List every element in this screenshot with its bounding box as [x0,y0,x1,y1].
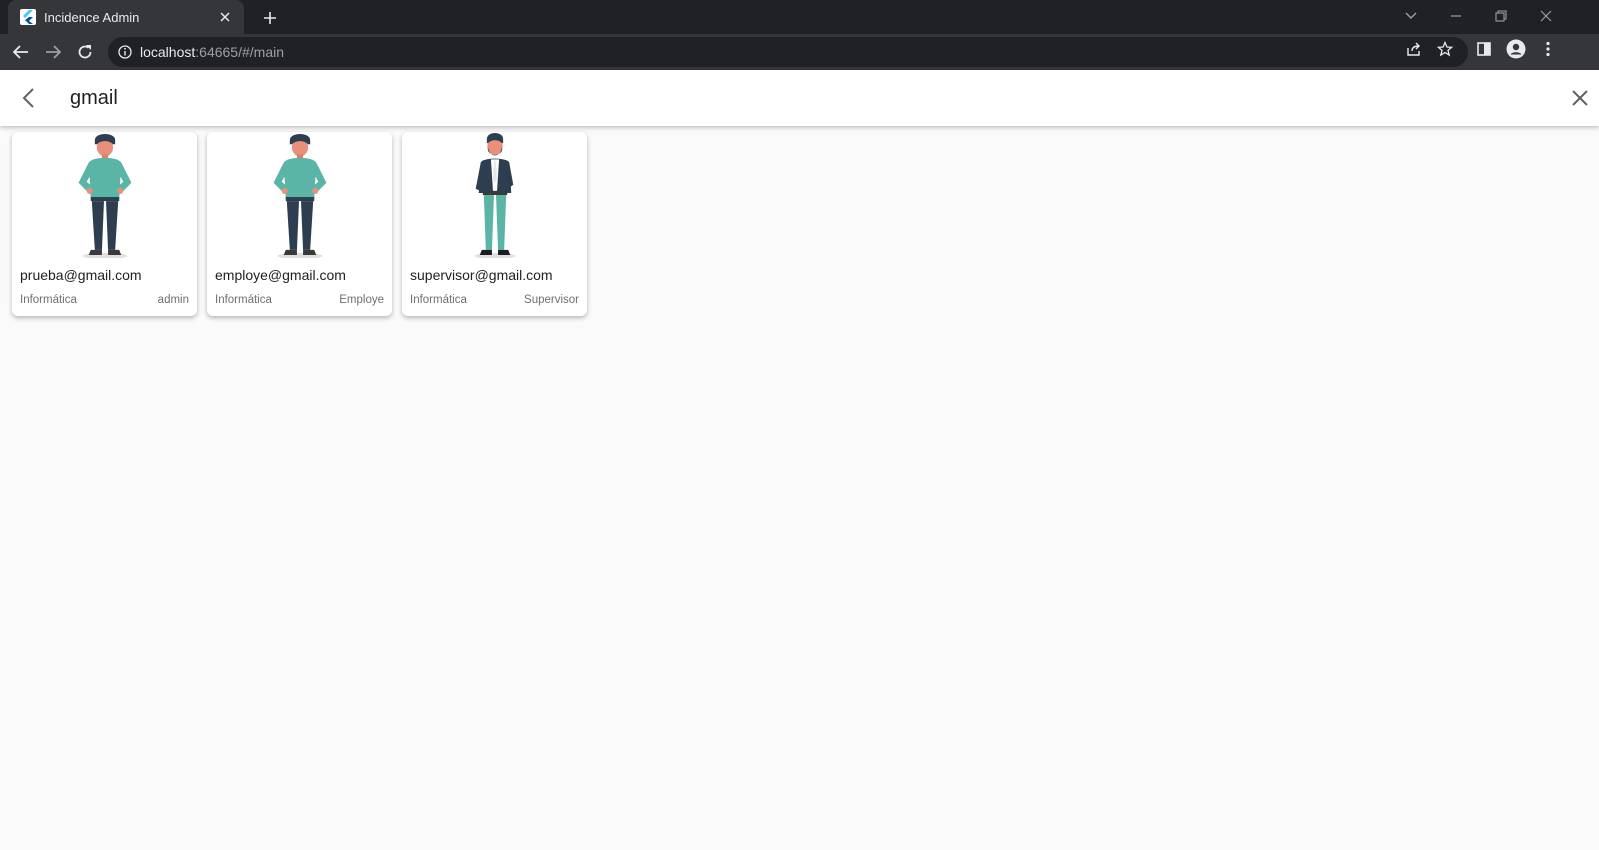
minimize-icon[interactable] [1444,4,1468,28]
tab-search-icon[interactable] [1399,4,1423,28]
browser-back-icon[interactable] [8,39,34,65]
user-department: Informática [215,294,272,306]
tab-title: Incidence Admin [44,9,140,25]
browser-forward-icon[interactable] [40,39,66,65]
user-email: employe@gmail.com [215,267,346,283]
user-role: Supervisor [524,294,579,306]
user-card[interactable]: prueba@gmail.com Informática admin [12,132,197,316]
close-icon[interactable] [1566,84,1594,112]
user-cards-grid: prueba@gmail.com Informática admin emplo… [12,132,587,316]
window-close-icon[interactable] [1534,4,1558,28]
user-avatar-illustration [402,132,587,260]
side-panel-icon[interactable] [1472,37,1496,61]
user-card[interactable]: supervisor@gmail.com Informática Supervi… [402,132,587,316]
browser-menu-icon[interactable] [1536,37,1560,61]
tab-close-icon[interactable] [216,8,234,26]
search-input[interactable] [70,80,1470,116]
user-avatar-illustration [207,132,392,260]
restore-icon[interactable] [1489,4,1513,28]
share-icon[interactable] [1402,37,1426,61]
user-role: Employe [339,294,384,306]
site-info-icon[interactable] [118,45,132,59]
flutter-favicon-icon [20,9,36,25]
bookmark-star-icon[interactable] [1433,37,1457,61]
search-app-bar [0,70,1599,126]
user-card[interactable]: employe@gmail.com Informática Employe [207,132,392,316]
user-department: Informática [410,294,467,306]
browser-tab[interactable]: Incidence Admin [8,0,244,34]
user-role: admin [157,294,189,306]
browser-tabstrip: Incidence Admin [0,0,1599,34]
user-email: prueba@gmail.com [20,267,142,283]
user-email: supervisor@gmail.com [410,267,553,283]
arrow-back-icon[interactable] [14,84,42,112]
reload-icon[interactable] [72,39,98,65]
url-path: :64665/#/main [195,44,284,60]
address-bar[interactable]: localhost:64665/#/main [108,37,1468,67]
user-department: Informática [20,294,77,306]
browser-toolbar: localhost:64665/#/main [0,34,1599,70]
new-tab-icon[interactable] [258,6,282,30]
url-host: localhost [140,44,196,60]
user-avatar-illustration [12,132,197,260]
profile-avatar-icon[interactable] [1504,37,1528,61]
